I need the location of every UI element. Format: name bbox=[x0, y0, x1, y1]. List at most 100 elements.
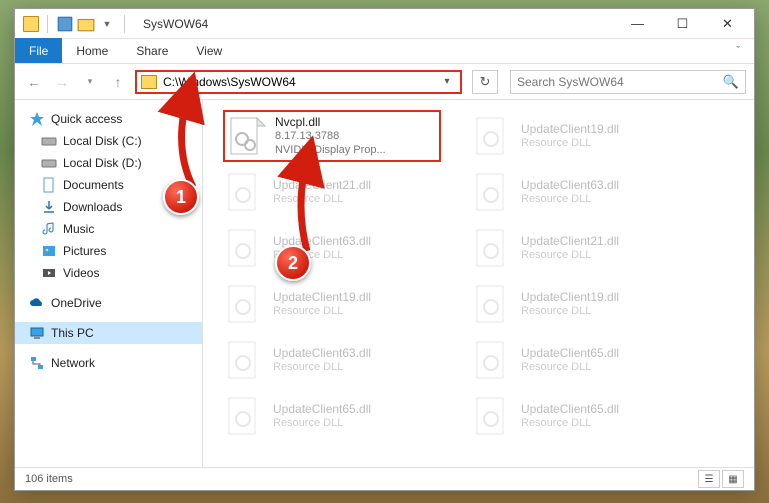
close-button[interactable]: ✕ bbox=[705, 10, 750, 38]
minimize-button[interactable]: — bbox=[615, 10, 660, 38]
documents-icon bbox=[41, 177, 57, 193]
dll-icon bbox=[471, 339, 513, 381]
file-item[interactable]: UpdateClient19.dllResource DLL bbox=[223, 278, 441, 330]
nav-localdisk-d[interactable]: Local Disk (D:) bbox=[15, 152, 202, 174]
content-pane: Nvcpl.dll 8.17.13.3788 NVIDIA Display Pr… bbox=[203, 100, 754, 467]
nav-videos[interactable]: Videos bbox=[15, 262, 202, 284]
back-button[interactable]: ← bbox=[23, 71, 45, 93]
qat-dropdown-icon[interactable]: ▼ bbox=[98, 15, 116, 33]
nav-music[interactable]: Music bbox=[15, 218, 202, 240]
file-item[interactable]: UpdateClient65.dllResource DLL bbox=[223, 390, 441, 442]
file-desc: Resource DLL bbox=[273, 249, 371, 263]
file-meta: Nvcpl.dll 8.17.13.3788 NVIDIA Display Pr… bbox=[275, 115, 386, 158]
address-dropdown-icon[interactable]: ▾ bbox=[438, 76, 456, 87]
file-item[interactable]: UpdateClient63.dllResource DLL bbox=[223, 334, 441, 386]
maximize-button[interactable]: ☐ bbox=[660, 10, 705, 38]
file-item[interactable]: UpdateClient21.dllResource DLL bbox=[223, 166, 441, 218]
nav-label: This PC bbox=[51, 326, 94, 340]
pc-icon bbox=[29, 325, 45, 341]
file-name: UpdateClient19.dll bbox=[273, 290, 371, 305]
titlebar-left: ▼ SysWOW64 bbox=[19, 15, 208, 33]
file-desc: Resource DLL bbox=[521, 249, 619, 263]
tab-home[interactable]: Home bbox=[62, 38, 122, 63]
titlebar-separator bbox=[47, 15, 48, 33]
dll-icon bbox=[471, 227, 513, 269]
quick-access-toolbar: ▼ bbox=[56, 15, 116, 33]
nav-this-pc[interactable]: This PC bbox=[15, 322, 202, 344]
dll-icon bbox=[225, 115, 267, 157]
file-name: UpdateClient63.dll bbox=[521, 178, 619, 193]
nav-label: Local Disk (D:) bbox=[63, 156, 142, 170]
nav-label: Documents bbox=[63, 178, 124, 192]
file-grid: Nvcpl.dll 8.17.13.3788 NVIDIA Display Pr… bbox=[223, 110, 744, 442]
nav-label: Quick access bbox=[51, 112, 122, 126]
titlebar-separator-2 bbox=[124, 15, 125, 33]
item-count: 106 items bbox=[25, 473, 73, 485]
recent-dropdown[interactable]: ▾ bbox=[79, 71, 101, 93]
search-box[interactable]: 🔍 bbox=[510, 70, 746, 94]
file-desc: Resource DLL bbox=[273, 193, 371, 207]
file-name: UpdateClient19.dll bbox=[521, 290, 619, 305]
file-item[interactable]: UpdateClient21.dllResource DLL bbox=[471, 222, 689, 274]
dll-icon bbox=[471, 395, 513, 437]
file-item[interactable]: UpdateClient65.dllResource DLL bbox=[471, 390, 689, 442]
nav-quick-access[interactable]: Quick access bbox=[15, 108, 202, 130]
address-bar: ← → ▾ ↑ ▾ ↻ 🔍 bbox=[15, 64, 754, 100]
nav-onedrive[interactable]: OneDrive bbox=[15, 292, 202, 314]
search-input[interactable] bbox=[517, 75, 723, 89]
folder-icon bbox=[23, 16, 39, 32]
file-desc: Resource DLL bbox=[521, 193, 619, 207]
qat-properties-icon[interactable] bbox=[56, 15, 74, 33]
explorer-window: ▼ SysWOW64 — ☐ ✕ File Home Share View ˇ … bbox=[14, 8, 755, 491]
nav-label: Network bbox=[51, 356, 95, 370]
file-name: UpdateClient65.dll bbox=[273, 402, 371, 417]
dll-icon bbox=[223, 171, 265, 213]
drive-icon bbox=[41, 155, 57, 171]
file-item[interactable]: UpdateClient19.dllResource DLL bbox=[471, 278, 689, 330]
file-item[interactable]: UpdateClient65.dllResource DLL bbox=[471, 334, 689, 386]
nav-localdisk-c[interactable]: Local Disk (C:) bbox=[15, 130, 202, 152]
downloads-icon bbox=[41, 199, 57, 215]
search-icon[interactable]: 🔍 bbox=[723, 74, 739, 90]
tab-share[interactable]: Share bbox=[122, 38, 182, 63]
qat-newfolder-icon[interactable] bbox=[77, 15, 95, 33]
nav-label: Pictures bbox=[63, 244, 106, 258]
file-name: UpdateClient21.dll bbox=[273, 178, 371, 193]
file-name: UpdateClient65.dll bbox=[521, 346, 619, 361]
nav-downloads[interactable]: Downloads bbox=[15, 196, 202, 218]
nav-documents[interactable]: Documents bbox=[15, 174, 202, 196]
nav-pictures[interactable]: Pictures bbox=[15, 240, 202, 262]
file-item[interactable]: UpdateClient63.dllResource DLL bbox=[223, 222, 441, 274]
titlebar: ▼ SysWOW64 — ☐ ✕ bbox=[15, 9, 754, 39]
file-desc: NVIDIA Display Prop... bbox=[275, 144, 386, 158]
file-item[interactable]: UpdateClient19.dllResource DLL bbox=[471, 110, 689, 162]
nav-label: OneDrive bbox=[51, 296, 102, 310]
window-controls: — ☐ ✕ bbox=[615, 10, 750, 38]
nav-network[interactable]: Network bbox=[15, 352, 202, 374]
forward-button[interactable]: → bbox=[51, 71, 73, 93]
tab-view[interactable]: View bbox=[182, 38, 236, 63]
view-icons-button[interactable]: ▦ bbox=[722, 470, 744, 488]
dll-icon bbox=[223, 395, 265, 437]
refresh-button[interactable]: ↻ bbox=[472, 70, 498, 94]
file-item[interactable]: UpdateClient63.dllResource DLL bbox=[471, 166, 689, 218]
main-area: Quick access Local Disk (C:) Local Disk … bbox=[15, 100, 754, 467]
file-name: UpdateClient21.dll bbox=[521, 234, 619, 249]
network-icon bbox=[29, 355, 45, 371]
file-item-nvcpl[interactable]: Nvcpl.dll 8.17.13.3788 NVIDIA Display Pr… bbox=[223, 110, 441, 162]
file-name: UpdateClient65.dll bbox=[521, 402, 619, 417]
pictures-icon bbox=[41, 243, 57, 259]
dll-icon bbox=[223, 227, 265, 269]
dll-icon bbox=[471, 283, 513, 325]
file-name: UpdateClient63.dll bbox=[273, 346, 371, 361]
music-icon bbox=[41, 221, 57, 237]
address-path-box[interactable]: ▾ bbox=[135, 70, 462, 94]
drive-icon bbox=[41, 133, 57, 149]
tab-file[interactable]: File bbox=[15, 38, 62, 63]
dll-icon bbox=[223, 283, 265, 325]
nav-buttons: ← → ▾ ↑ bbox=[23, 71, 129, 93]
ribbon-expand-icon[interactable]: ˇ bbox=[722, 38, 754, 63]
address-input[interactable] bbox=[163, 75, 438, 89]
up-button[interactable]: ↑ bbox=[107, 71, 129, 93]
view-details-button[interactable]: ☰ bbox=[698, 470, 720, 488]
